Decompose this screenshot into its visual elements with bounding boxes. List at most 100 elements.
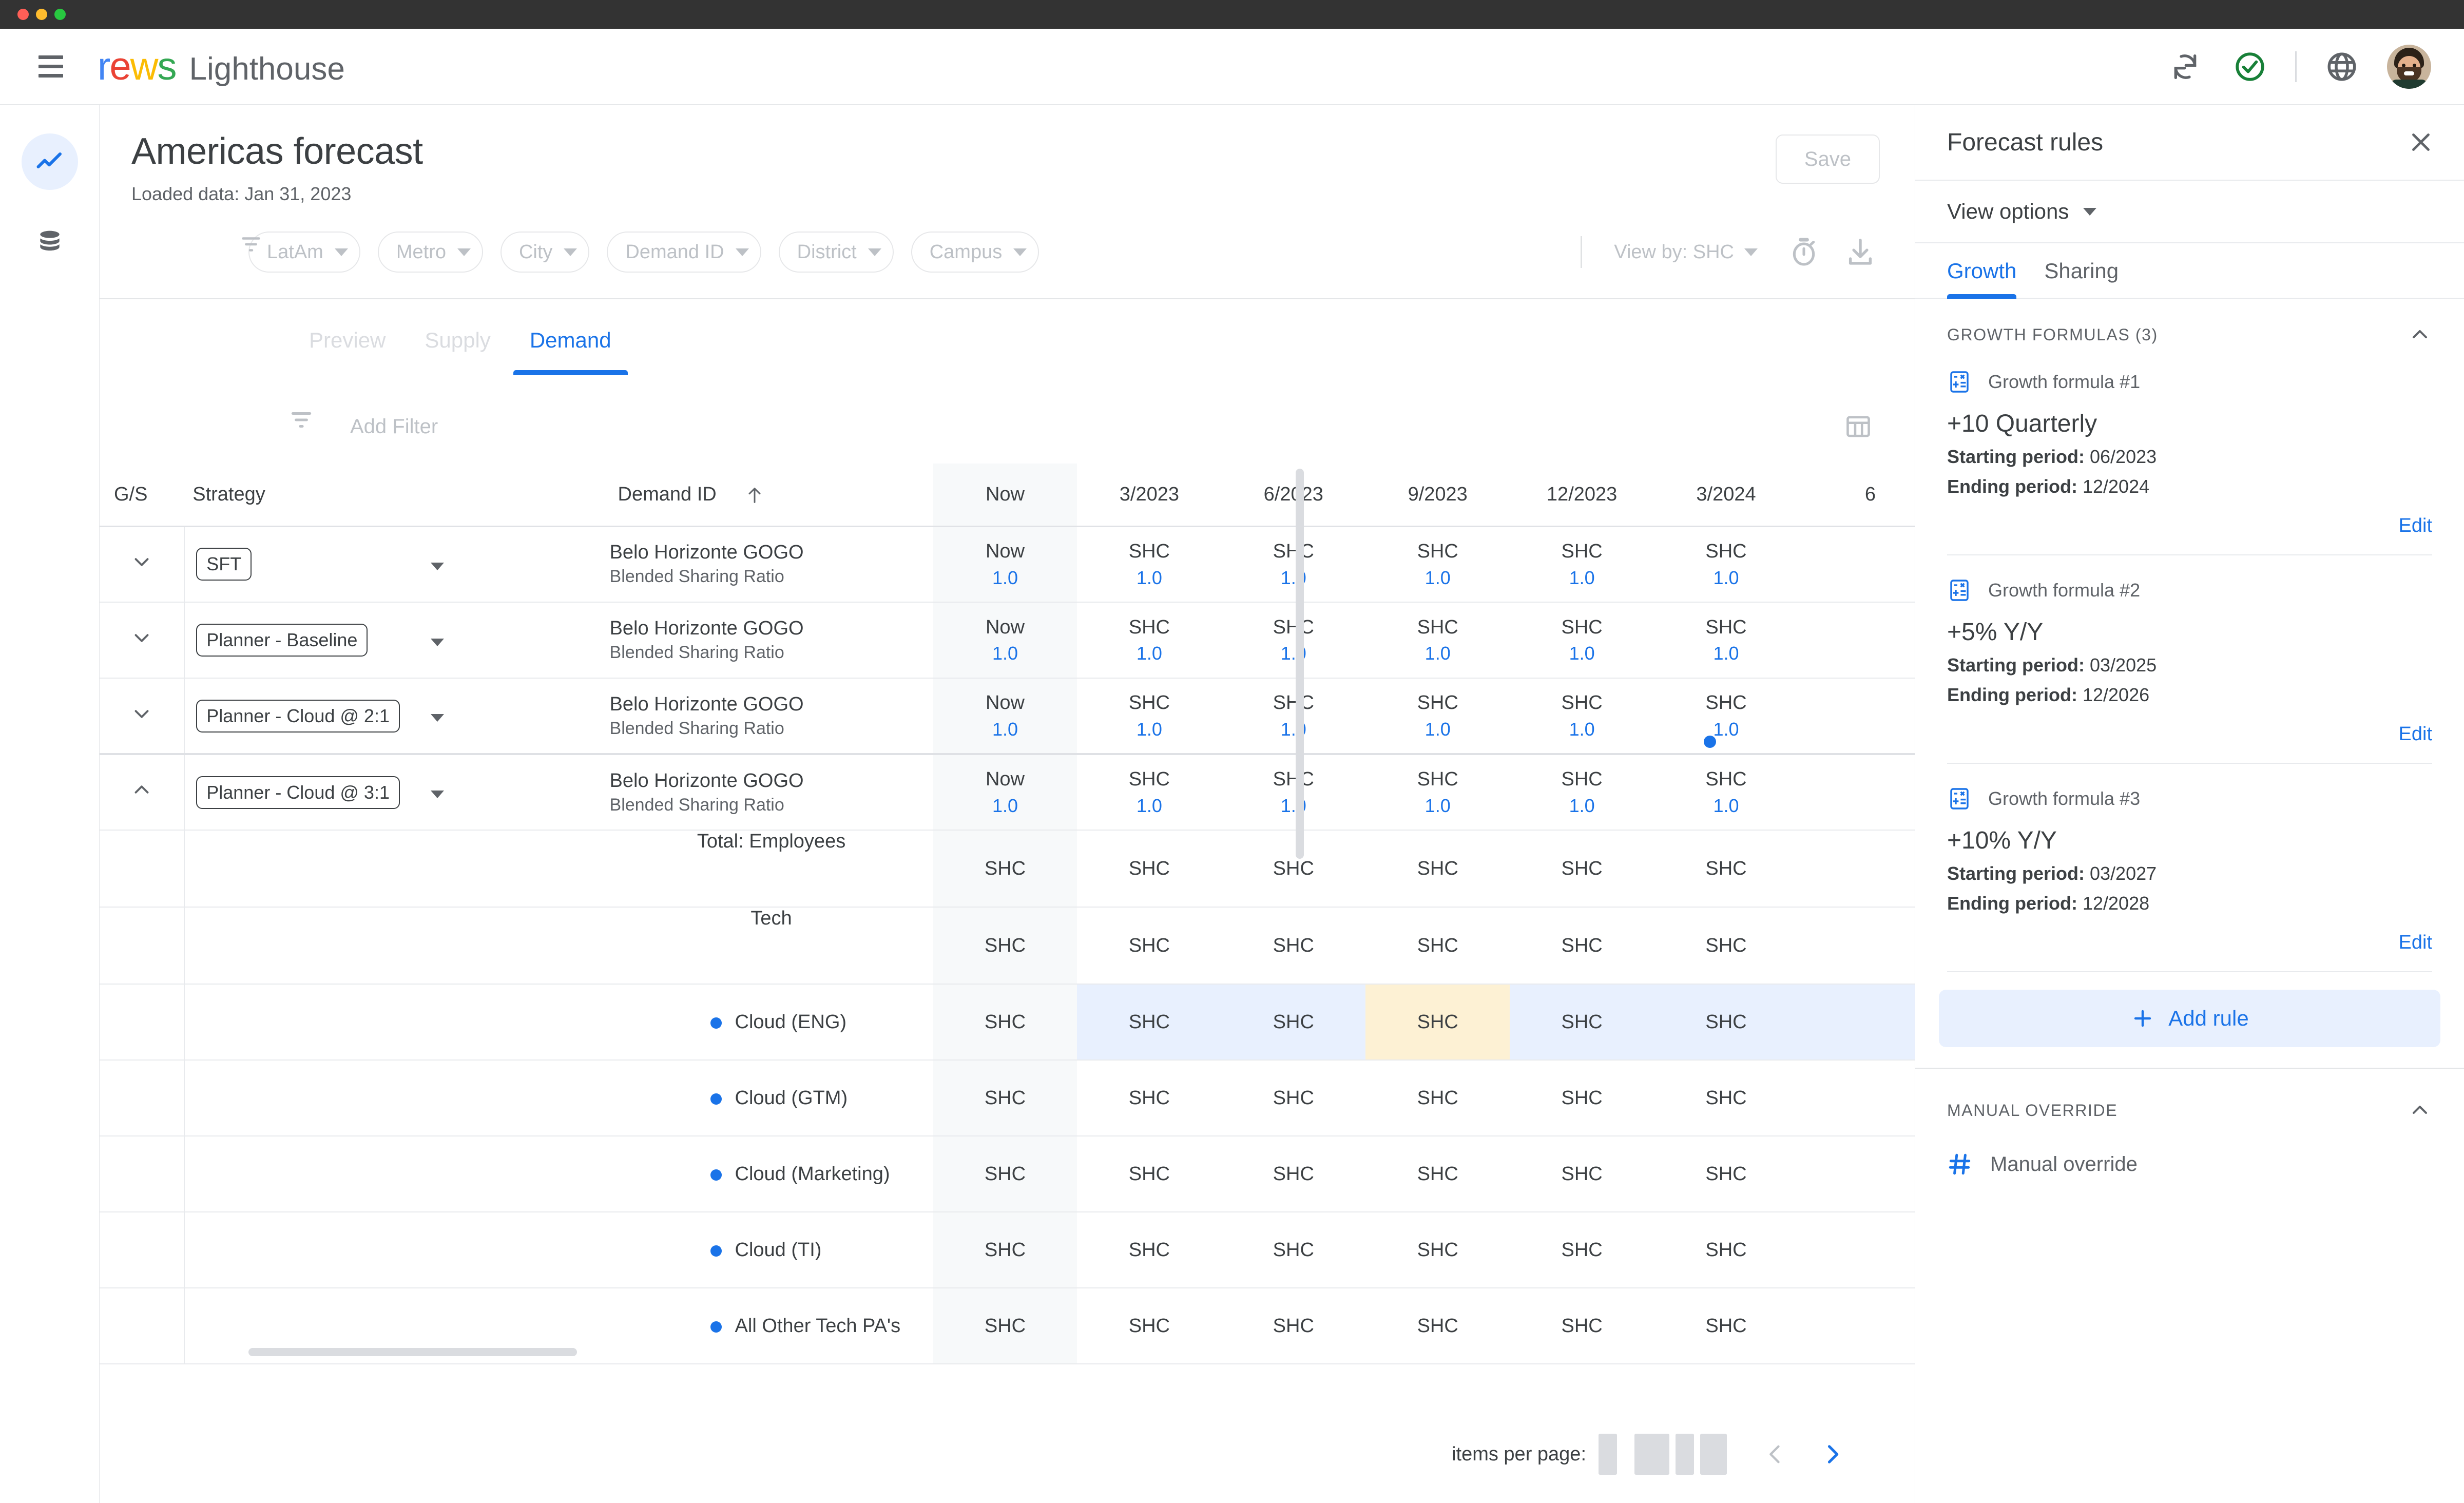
table-row[interactable]: Total: Employees SHC SHC SHC SHC SHC SHC [100, 830, 1915, 908]
period-cell[interactable]: SHC 1.0 [1654, 602, 1798, 678]
period-cell[interactable]: SHC [1077, 984, 1222, 1061]
period-cell[interactable]: SHC [1654, 830, 1798, 907]
arrow-up-icon[interactable] [744, 485, 765, 506]
rail-item-data[interactable] [22, 215, 78, 271]
window-close-button[interactable] [17, 9, 29, 20]
period-cell[interactable]: SHC [933, 1060, 1077, 1136]
period-cell[interactable]: SHC [1654, 1212, 1798, 1288]
download-icon[interactable] [1841, 233, 1880, 272]
period-cell[interactable]: SHC [1221, 830, 1365, 907]
period-cell[interactable]: SHC 1.0 [1077, 602, 1221, 678]
period-cell[interactable]: SHC [1077, 1288, 1221, 1364]
period-cell[interactable] [1798, 830, 1915, 907]
filter-list-icon[interactable] [288, 407, 314, 433]
chevron-up-icon[interactable] [2408, 322, 2432, 347]
period-cell[interactable]: SHC 1.0 [1365, 678, 1510, 754]
period-cell[interactable]: Now 1.0 [933, 526, 1077, 603]
table-row[interactable]: Tech SHC SHC SHC SHC SHC SHC [100, 907, 1915, 985]
period-cell[interactable]: SHC 1.0 [1654, 526, 1798, 602]
period-cell[interactable]: SHC 1.0 [1221, 678, 1365, 754]
period-cell[interactable]: SHC [1510, 1288, 1654, 1364]
period-cell[interactable] [1798, 1136, 1915, 1212]
table-row[interactable]: Planner - Cloud @ 3:1 Belo Horizonte GOG… [100, 754, 1915, 831]
rule-edit-button[interactable]: Edit [1947, 723, 2432, 745]
table-horizontal-scrollbar[interactable] [248, 1348, 577, 1356]
period-cell[interactable]: Now 1.0 [933, 602, 1077, 679]
period-cell[interactable]: SHC [1654, 1060, 1798, 1136]
column-header-period[interactable]: 3/2024 [1654, 464, 1798, 526]
save-button[interactable]: Save [1775, 134, 1880, 184]
period-cell[interactable] [1798, 754, 1915, 830]
period-cell[interactable] [1798, 1060, 1915, 1136]
filter-chip-metro[interactable]: Metro [377, 232, 483, 273]
chevron-down-icon[interactable] [1744, 248, 1758, 256]
period-cell[interactable]: SHC [1510, 984, 1654, 1061]
period-cell[interactable]: SHC [933, 907, 1077, 985]
row-expand-toggle[interactable] [100, 602, 184, 678]
manual-override-section-header[interactable]: MANUAL OVERRIDE [1915, 1069, 2464, 1123]
column-header-strategy[interactable]: Strategy [184, 464, 265, 526]
period-cell[interactable]: SHC [1365, 1060, 1510, 1136]
column-header-period[interactable]: 9/2023 [1365, 464, 1510, 526]
period-cell[interactable]: SHC [1221, 907, 1365, 984]
period-cell[interactable] [1798, 907, 1915, 984]
period-cell[interactable]: SHC [1654, 1136, 1798, 1212]
period-cell[interactable]: SHC [1510, 907, 1654, 984]
view-options-dropdown[interactable]: View options [1915, 181, 2464, 243]
avatar[interactable] [2387, 44, 2431, 89]
period-cell[interactable]: SHC [933, 984, 1077, 1061]
period-cell[interactable] [1798, 1212, 1915, 1288]
column-header-period[interactable]: 12/2023 [1510, 464, 1654, 526]
table-row[interactable]: Planner - Baseline Belo Horizonte GOGO B… [100, 602, 1915, 679]
filter-chip-city[interactable]: City [500, 232, 590, 273]
filter-chip-district[interactable]: District [778, 232, 894, 273]
period-cell[interactable]: SHC [1654, 907, 1798, 984]
period-cell[interactable]: SHC 1.0 [1365, 754, 1510, 830]
period-cell[interactable]: SHC 1.0 [1077, 526, 1221, 602]
period-cell[interactable]: SHC [933, 1288, 1077, 1364]
chevron-up-icon[interactable] [2408, 1098, 2432, 1123]
column-header-period[interactable]: 6 [1798, 464, 1915, 526]
manual-override-item[interactable]: Manual override [1915, 1123, 2464, 1177]
period-cell[interactable]: SHC [1077, 1212, 1221, 1288]
tab-supply[interactable]: Supply [405, 299, 510, 375]
period-cell[interactable]: SHC [1221, 1060, 1365, 1136]
period-cell[interactable]: SHC [1365, 907, 1510, 984]
table-row[interactable]: Cloud (GTM) SHC SHC SHC SHC SHC SHC [100, 1060, 1915, 1136]
period-cell[interactable]: SHC [1077, 1060, 1221, 1136]
add-filter-button[interactable]: Add Filter [350, 415, 438, 438]
tab-preview[interactable]: Preview [290, 299, 405, 375]
strategy-tag-cell[interactable]: Planner - Baseline [184, 602, 368, 679]
period-cell[interactable] [1798, 526, 1915, 602]
period-cell[interactable]: SHC 1.0 [1221, 754, 1365, 830]
period-cell[interactable]: SHC 1.0 [1077, 754, 1221, 830]
window-maximize-button[interactable] [54, 9, 66, 20]
close-icon[interactable] [2401, 123, 2440, 162]
period-cell[interactable]: SHC [933, 830, 1077, 908]
period-cell[interactable]: SHC 1.0 [1221, 526, 1365, 602]
column-header-demand-id[interactable]: Demand ID [610, 464, 933, 526]
row-expand-toggle[interactable] [100, 678, 184, 754]
period-cell[interactable]: SHC [1510, 1212, 1654, 1288]
period-cell[interactable]: SHC [1221, 1288, 1365, 1364]
add-rule-button[interactable]: Add rule [1939, 990, 2440, 1047]
period-cell[interactable] [1798, 602, 1915, 678]
growth-formulas-section-header[interactable]: GROWTH FORMULAS (3) [1915, 299, 2464, 347]
table-row-selected[interactable]: Cloud (ENG) SHC SHC SHC SHC SHC SHC [100, 984, 1915, 1061]
strategy-tag-cell[interactable]: Planner - Cloud @ 3:1 [184, 754, 400, 831]
period-cell[interactable]: SHC 1.0 [1654, 754, 1798, 830]
column-header-period[interactable]: 3/2023 [1077, 464, 1221, 526]
strategy-tag-cell[interactable]: Planner - Cloud @ 2:1 [184, 678, 400, 755]
rule-edit-button[interactable]: Edit [1947, 932, 2432, 954]
period-cell[interactable] [1798, 1288, 1915, 1364]
filter-chip-campus[interactable]: Campus [911, 232, 1040, 273]
period-cell[interactable]: SHC [1510, 830, 1654, 907]
period-cell[interactable] [1798, 678, 1915, 754]
period-cell[interactable]: SHC [1077, 1136, 1221, 1212]
table-row[interactable]: Planner - Cloud @ 2:1 Belo Horizonte GOG… [100, 678, 1915, 755]
tab-growth[interactable]: Growth [1947, 243, 2017, 299]
window-minimize-button[interactable] [36, 9, 47, 20]
tab-demand[interactable]: Demand [510, 299, 631, 376]
period-cell[interactable]: SHC 1.0 [1221, 602, 1365, 678]
period-cell[interactable]: SHC 1.0 [1510, 526, 1654, 602]
